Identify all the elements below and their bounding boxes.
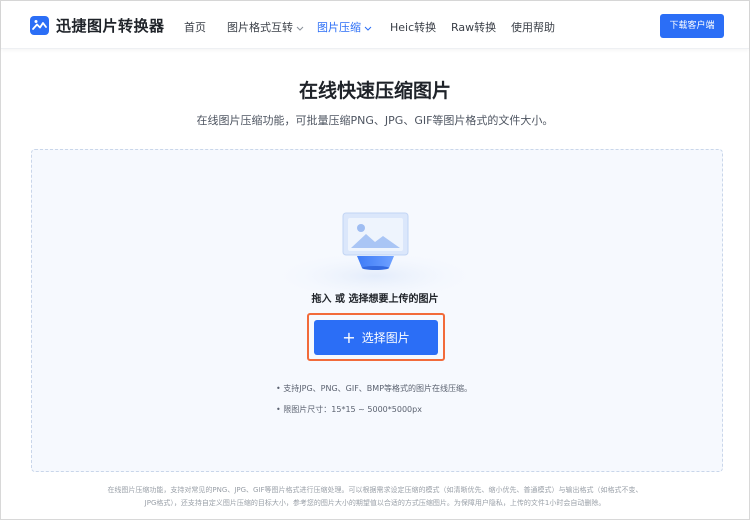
footer-line-2: JPG格式），还支持自定义图片压缩的目标大小，参考您的图片大小的期望值以合适的方…: [144, 499, 606, 507]
nav-raw-convert[interactable]: Raw转换: [451, 19, 496, 35]
plus-icon: +: [342, 327, 356, 347]
nav-heic-convert[interactable]: Heic转换: [390, 19, 436, 35]
top-navbar: 迅捷图片转换器 首页 图片格式互转 图片压缩 Heic转换 Raw转换 使用帮助…: [1, 1, 749, 49]
nav-format-convert[interactable]: 图片格式互转: [227, 19, 304, 35]
nav-image-compress-label: 图片压缩: [317, 21, 361, 34]
nav-image-compress[interactable]: 图片压缩: [317, 19, 372, 35]
chevron-down-icon: [364, 26, 372, 31]
chevron-down-icon: [296, 26, 304, 31]
download-client-button[interactable]: 下载客户端: [660, 14, 724, 38]
drop-hint-text: 拖入 或 选择想要上传的图片: [311, 294, 439, 305]
select-image-label: 选择图片: [361, 331, 410, 345]
logo-text: 迅捷图片转换器: [56, 17, 165, 35]
support-format-note: • 支持JPG、PNG、GIF、BMP等格式的图片在线压缩。: [276, 384, 473, 393]
logo[interactable]: 迅捷图片转换器: [30, 15, 165, 36]
nav-help[interactable]: 使用帮助: [511, 19, 555, 35]
nav-home[interactable]: 首页: [184, 19, 206, 35]
nav-format-convert-label: 图片格式互转: [227, 21, 293, 34]
select-image-button[interactable]: + 选择图片: [314, 320, 438, 355]
page-title: 在线快速压缩图片: [298, 80, 451, 102]
footer-line-1: 在线图片压缩功能，支持对常见的PNG、JPG、GIF等图片格式进行压缩处理。可以…: [107, 486, 643, 494]
footer-description: 在线图片压缩功能，支持对常见的PNG、JPG、GIF等图片格式进行压缩处理。可以…: [60, 484, 690, 510]
logo-image-icon: [30, 16, 49, 35]
size-limit-note: • 限图片尺寸：15*15 ~ 5000*5000px: [276, 405, 422, 414]
page-subtitle: 在线图片压缩功能，可批量压缩PNG、JPG、GIF等图片格式的文件大小。: [196, 114, 554, 127]
